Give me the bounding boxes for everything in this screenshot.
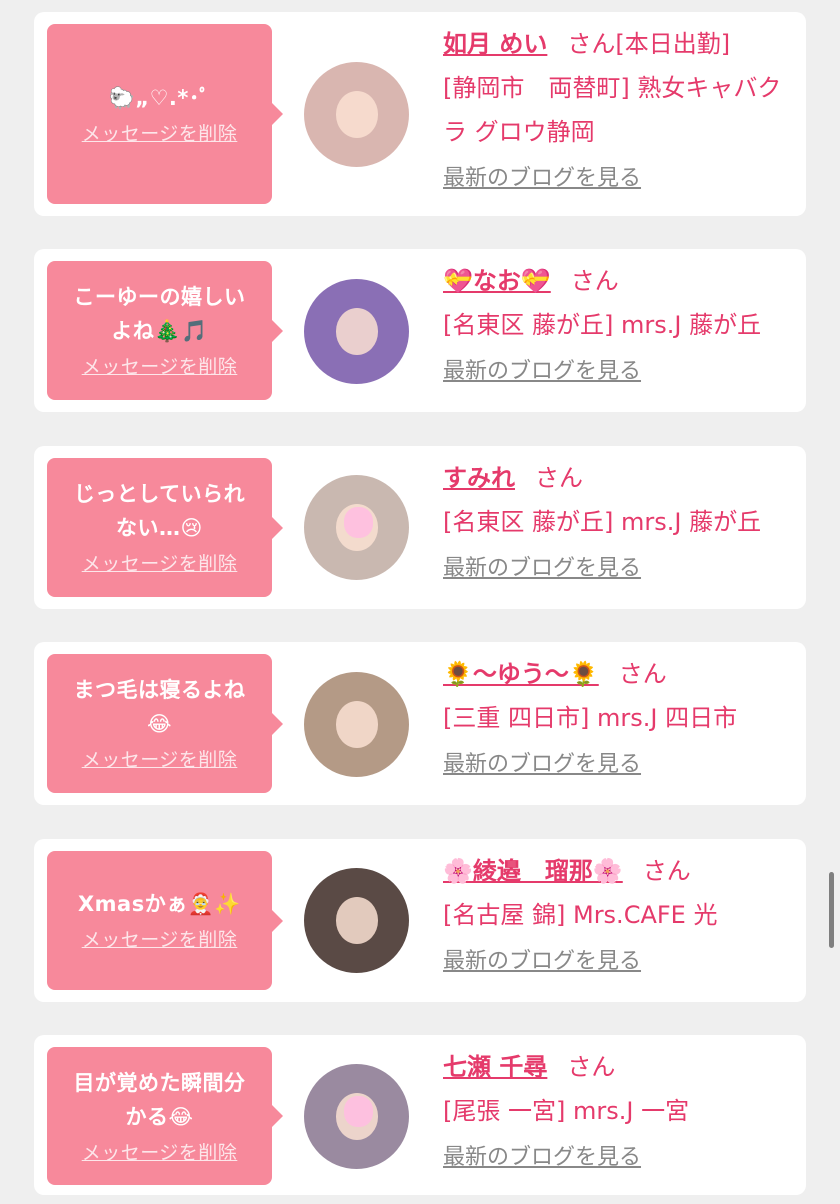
shop-location: [名古屋 錦] Mrs.CAFE 光 xyxy=(443,901,718,929)
message-text: まつ毛は寝るよね 😂 xyxy=(73,678,246,736)
avatar[interactable] xyxy=(304,672,409,777)
message-text: 🐑„♡.*･ﾟ xyxy=(108,85,211,110)
message-text: じっとしていられ ない…😢 xyxy=(73,482,246,540)
cast-name-link[interactable]: 💝なお💝 xyxy=(443,267,551,295)
cast-name-link[interactable]: 七瀬 千尋 xyxy=(443,1053,547,1081)
name-line: 七瀬 千尋 さん xyxy=(443,1045,794,1089)
delete-message-link[interactable]: メッセージを削除 xyxy=(82,745,238,772)
list-item: 🐑„♡.*･ﾟ メッセージを削除 如月 めい さん[本日出勤] [静岡市 両替町]… xyxy=(34,12,806,216)
avatar[interactable] xyxy=(304,475,409,580)
honorific: さん xyxy=(567,1053,616,1081)
delete-message-link[interactable]: メッセージを削除 xyxy=(82,352,238,379)
avatar-face xyxy=(335,701,378,748)
avatar[interactable] xyxy=(304,1064,409,1169)
honorific: さん xyxy=(570,267,619,295)
cast-info: 🌻〜ゆう〜🌻 さん [三重 四日市] mrs.J 四日市 最新のブログを見る xyxy=(443,652,794,778)
message-bubble: 目が覚めた瞬間分 かる😂 メッセージを削除 xyxy=(47,1047,283,1185)
message-text: こーゆーの嬉しい よね🎄🎵 xyxy=(73,285,246,343)
name-line: 🌸綾邉 瑠那🌸 さん xyxy=(443,849,794,893)
list-item: 目が覚めた瞬間分 かる😂 メッセージを削除 七瀬 千尋 さん [尾張 一宮] mr… xyxy=(34,1035,806,1195)
honorific: さん xyxy=(642,857,691,885)
delete-message-link[interactable]: メッセージを削除 xyxy=(82,119,238,146)
shop-location: [名東区 藤が丘] mrs.J 藤が丘 xyxy=(443,508,762,536)
scrollbar[interactable] xyxy=(829,872,834,948)
cast-info: すみれ さん [名東区 藤が丘] mrs.J 藤が丘 最新のブログを見る xyxy=(443,456,794,582)
avatar-face xyxy=(335,308,378,355)
latest-blog-link[interactable]: 最新のブログを見る xyxy=(443,353,641,385)
avatar-face xyxy=(335,897,378,944)
shop-location: [静岡市 両替町] 熟女キャバクラ グロウ静岡 xyxy=(443,74,782,146)
message-bubble: じっとしていられ ない…😢 メッセージを削除 xyxy=(47,458,283,597)
delete-message-link[interactable]: メッセージを削除 xyxy=(82,925,238,952)
name-line: 💝なお💝 さん xyxy=(443,259,794,303)
shop-location: [尾張 一宮] mrs.J 一宮 xyxy=(443,1097,690,1125)
cast-info: 💝なお💝 さん [名東区 藤が丘] mrs.J 藤が丘 最新のブログを見る xyxy=(443,259,794,385)
latest-blog-link[interactable]: 最新のブログを見る xyxy=(443,943,641,975)
shop-location: [名東区 藤が丘] mrs.J 藤が丘 xyxy=(443,311,762,339)
cast-name-link[interactable]: 如月 めい xyxy=(443,30,547,58)
list-item: まつ毛は寝るよね 😂 メッセージを削除 🌻〜ゆう〜🌻 さん [三重 四日市] mr… xyxy=(34,642,806,805)
message-list: 🐑„♡.*･ﾟ メッセージを削除 如月 めい さん[本日出勤] [静岡市 両替町]… xyxy=(0,0,840,1204)
list-item: じっとしていられ ない…😢 メッセージを削除 すみれ さん [名東区 藤が丘] m… xyxy=(34,446,806,609)
cast-name-link[interactable]: すみれ xyxy=(443,464,515,492)
list-item: Xmasかぁ🤶✨ メッセージを削除 🌸綾邉 瑠那🌸 さん [名古屋 錦] Mrs.… xyxy=(34,839,806,1002)
message-bubble: まつ毛は寝るよね 😂 メッセージを削除 xyxy=(47,654,283,793)
cast-info: 如月 めい さん[本日出勤] [静岡市 両替町] 熟女キャバクラ グロウ静岡 最新… xyxy=(443,22,794,192)
honorific: さん xyxy=(535,464,583,492)
cast-name-link[interactable]: 🌸綾邉 瑠那🌸 xyxy=(443,857,623,885)
latest-blog-link[interactable]: 最新のブログを見る xyxy=(443,160,641,192)
avatar-face xyxy=(335,91,378,138)
message-bubble: こーゆーの嬉しい よね🎄🎵 メッセージを削除 xyxy=(47,261,283,400)
latest-blog-link[interactable]: 最新のブログを見る xyxy=(443,550,641,582)
message-bubble: 🐑„♡.*･ﾟ メッセージを削除 xyxy=(47,24,283,204)
attendance-status: [本日出勤] xyxy=(615,30,731,58)
name-line: 🌻〜ゆう〜🌻 さん xyxy=(443,652,794,696)
cast-info: 七瀬 千尋 さん [尾張 一宮] mrs.J 一宮 最新のブログを見る xyxy=(443,1045,794,1171)
cast-info: 🌸綾邉 瑠那🌸 さん [名古屋 錦] Mrs.CAFE 光 最新のブログを見る xyxy=(443,849,794,975)
avatar[interactable] xyxy=(304,868,409,973)
delete-message-link[interactable]: メッセージを削除 xyxy=(82,1138,238,1165)
name-line: 如月 めい さん[本日出勤] xyxy=(443,22,794,66)
message-bubble: Xmasかぁ🤶✨ メッセージを削除 xyxy=(47,851,283,990)
blur-sticker xyxy=(343,1095,374,1127)
honorific: さん xyxy=(618,660,667,688)
latest-blog-link[interactable]: 最新のブログを見る xyxy=(443,746,641,778)
message-text: 目が覚めた瞬間分 かる😂 xyxy=(73,1070,246,1129)
avatar[interactable] xyxy=(304,279,409,384)
name-line: すみれ さん xyxy=(443,456,794,500)
delete-message-link[interactable]: メッセージを削除 xyxy=(82,549,238,576)
cast-name-link[interactable]: 🌻〜ゆう〜🌻 xyxy=(443,660,599,688)
message-text: Xmasかぁ🤶✨ xyxy=(77,892,242,916)
latest-blog-link[interactable]: 最新のブログを見る xyxy=(443,1139,641,1171)
list-item: こーゆーの嬉しい よね🎄🎵 メッセージを削除 💝なお💝 さん [名東区 藤が丘] … xyxy=(34,249,806,412)
avatar[interactable] xyxy=(304,62,409,167)
shop-location: [三重 四日市] mrs.J 四日市 xyxy=(443,704,738,732)
honorific: さん xyxy=(567,30,616,58)
blur-sticker xyxy=(343,506,374,538)
